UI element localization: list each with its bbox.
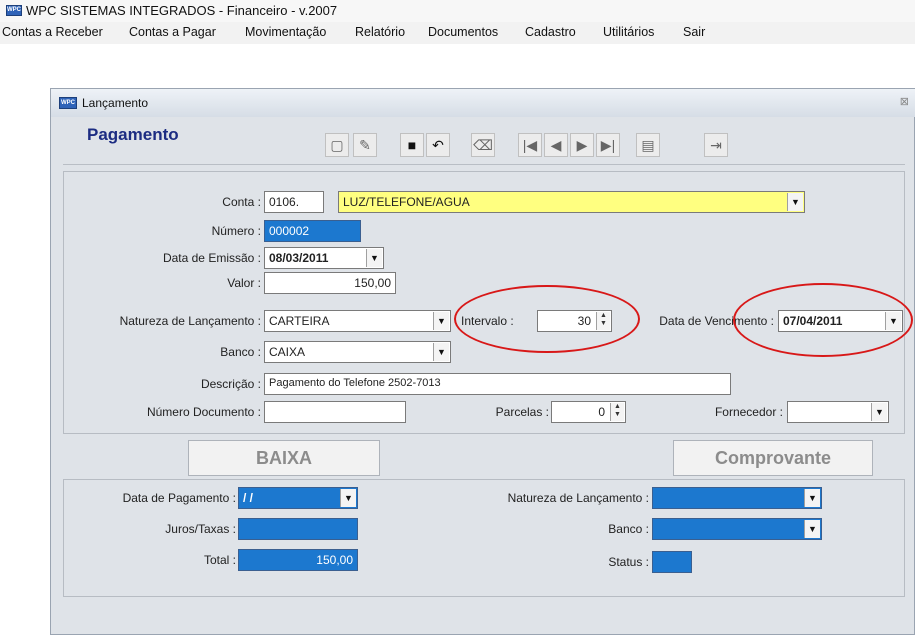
conta-name-select[interactable]: LUZ/TELEFONE/AGUA ▼ bbox=[338, 191, 805, 213]
juros-label: Juros/Taxas : bbox=[165, 522, 236, 536]
spin-down-icon[interactable]: ▼ bbox=[614, 411, 621, 418]
fornecedor-label: Fornecedor : bbox=[714, 405, 783, 419]
spin-up-icon[interactable]: ▲ bbox=[614, 403, 621, 410]
numdoc-label: Número Documento : bbox=[146, 405, 261, 419]
save-icon[interactable]: ■ bbox=[400, 133, 424, 157]
juros-field[interactable] bbox=[238, 518, 358, 540]
app-title: WPC SISTEMAS INTEGRADOS - Financeiro - v… bbox=[26, 3, 338, 18]
chevron-down-icon[interactable]: ▼ bbox=[787, 193, 803, 211]
numero-field[interactable]: 000002 bbox=[264, 220, 361, 242]
menu-documentos[interactable]: Documentos bbox=[428, 25, 498, 39]
parcelas-value: 0 bbox=[598, 405, 605, 419]
menu-utilitarios[interactable]: Utilitários bbox=[603, 25, 654, 39]
window-icon-text: WPC bbox=[61, 100, 75, 106]
spin-arrows-icon[interactable]: ▲ ▼ bbox=[610, 403, 624, 421]
chevron-down-icon[interactable]: ▼ bbox=[871, 403, 887, 421]
annotation-circle-vencimento bbox=[733, 283, 913, 357]
next-record-icon[interactable]: ▶ bbox=[570, 133, 594, 157]
lancamento-window: WPC Lançamento ⊠ Pagamento ▢ ✎ ■ ↶ ⌫ |◀ … bbox=[50, 88, 915, 635]
natureza-value: CARTEIRA bbox=[269, 314, 330, 328]
menu-movimentacao[interactable]: Movimentação bbox=[245, 25, 326, 39]
last-record-icon[interactable]: ▶| bbox=[596, 133, 620, 157]
chevron-down-icon[interactable]: ▼ bbox=[433, 312, 449, 330]
natureza-label: Natureza de Lançamento : bbox=[119, 314, 261, 328]
menu-contas-receber[interactable]: Contas a Receber bbox=[2, 25, 103, 39]
comprovante-button[interactable]: Comprovante bbox=[673, 440, 873, 476]
app-logo-icon: WPC bbox=[6, 5, 22, 16]
valor-field[interactable]: 150,00 bbox=[264, 272, 396, 294]
parcelas-spinner[interactable]: 0 ▲ ▼ bbox=[551, 401, 626, 423]
conta-code-field[interactable]: 0106. bbox=[264, 191, 324, 213]
menu-sair[interactable]: Sair bbox=[683, 25, 705, 39]
data-pagamento-field[interactable]: / / ▼ bbox=[238, 487, 358, 509]
emissao-value: 08/03/2011 bbox=[269, 251, 329, 265]
calendar-dropdown-icon[interactable]: ▼ bbox=[366, 249, 382, 267]
banco-label: Banco : bbox=[220, 345, 261, 359]
window-title: Lançamento bbox=[82, 96, 149, 110]
menu-contas-pagar[interactable]: Contas a Pagar bbox=[129, 25, 216, 39]
emissao-date-field[interactable]: 08/03/2011 ▼ bbox=[264, 247, 384, 269]
chevron-down-icon[interactable]: ▼ bbox=[433, 343, 449, 361]
chevron-down-icon[interactable]: ▼ bbox=[804, 489, 820, 507]
conta-name-value: LUZ/TELEFONE/AGUA bbox=[343, 195, 470, 209]
total-label: Total : bbox=[203, 553, 236, 567]
pay-banco-label: Banco : bbox=[608, 522, 649, 536]
annotation-circle-intervalo bbox=[454, 285, 640, 353]
fornecedor-select[interactable]: ▼ bbox=[787, 401, 889, 423]
natureza-select[interactable]: CARTEIRA ▼ bbox=[264, 310, 451, 332]
print-icon[interactable]: ▤ bbox=[636, 133, 660, 157]
pay-natureza-label: Natureza de Lançamento : bbox=[507, 491, 649, 505]
pay-natureza-select[interactable]: ▼ bbox=[652, 487, 822, 509]
status-label: Status : bbox=[608, 555, 649, 569]
valor-label: Valor : bbox=[227, 276, 261, 290]
total-field[interactable]: 150,00 bbox=[238, 549, 358, 571]
pay-banco-select[interactable]: ▼ bbox=[652, 518, 822, 540]
window-icon: WPC bbox=[59, 97, 77, 109]
conta-label: Conta : bbox=[222, 195, 261, 209]
exit-icon[interactable]: ⇥ bbox=[704, 133, 728, 157]
undo-icon[interactable]: ↶ bbox=[426, 133, 450, 157]
calendar-dropdown-icon[interactable]: ▼ bbox=[340, 489, 356, 507]
numdoc-field[interactable] bbox=[264, 401, 406, 423]
chevron-down-icon[interactable]: ▼ bbox=[804, 520, 820, 538]
app-logo-text: WPC bbox=[7, 7, 21, 13]
data-pagamento-label: Data de Pagamento : bbox=[122, 491, 236, 505]
banco-value: CAIXA bbox=[269, 345, 306, 359]
parcelas-label: Parcelas : bbox=[495, 405, 549, 419]
new-record-icon[interactable]: ▢ bbox=[325, 133, 349, 157]
window-titlebar bbox=[51, 89, 915, 117]
descricao-field[interactable]: Pagamento do Telefone 2502-7013 bbox=[264, 373, 731, 395]
first-record-icon[interactable]: |◀ bbox=[518, 133, 542, 157]
data-pagamento-value: / / bbox=[243, 491, 254, 505]
banco-select[interactable]: CAIXA ▼ bbox=[264, 341, 451, 363]
edit-record-icon[interactable]: ✎ bbox=[353, 133, 377, 157]
prev-record-icon[interactable]: ◀ bbox=[544, 133, 568, 157]
page-title: Pagamento bbox=[87, 125, 179, 144]
descricao-label: Descrição : bbox=[200, 377, 261, 391]
numero-label: Número : bbox=[211, 224, 261, 238]
menubar: Contas a Receber Contas a Pagar Moviment… bbox=[0, 22, 915, 44]
delete-icon[interactable]: ⌫ bbox=[471, 133, 495, 157]
emissao-label: Data de Emissão : bbox=[162, 251, 261, 265]
baixa-button[interactable]: BAIXA bbox=[188, 440, 380, 476]
toolbar-divider bbox=[63, 164, 905, 165]
menu-cadastro[interactable]: Cadastro bbox=[525, 25, 576, 39]
window-close-icon[interactable]: ⊠ bbox=[869, 95, 909, 111]
status-field[interactable] bbox=[652, 551, 692, 573]
menu-relatorio[interactable]: Relatório bbox=[355, 25, 405, 39]
